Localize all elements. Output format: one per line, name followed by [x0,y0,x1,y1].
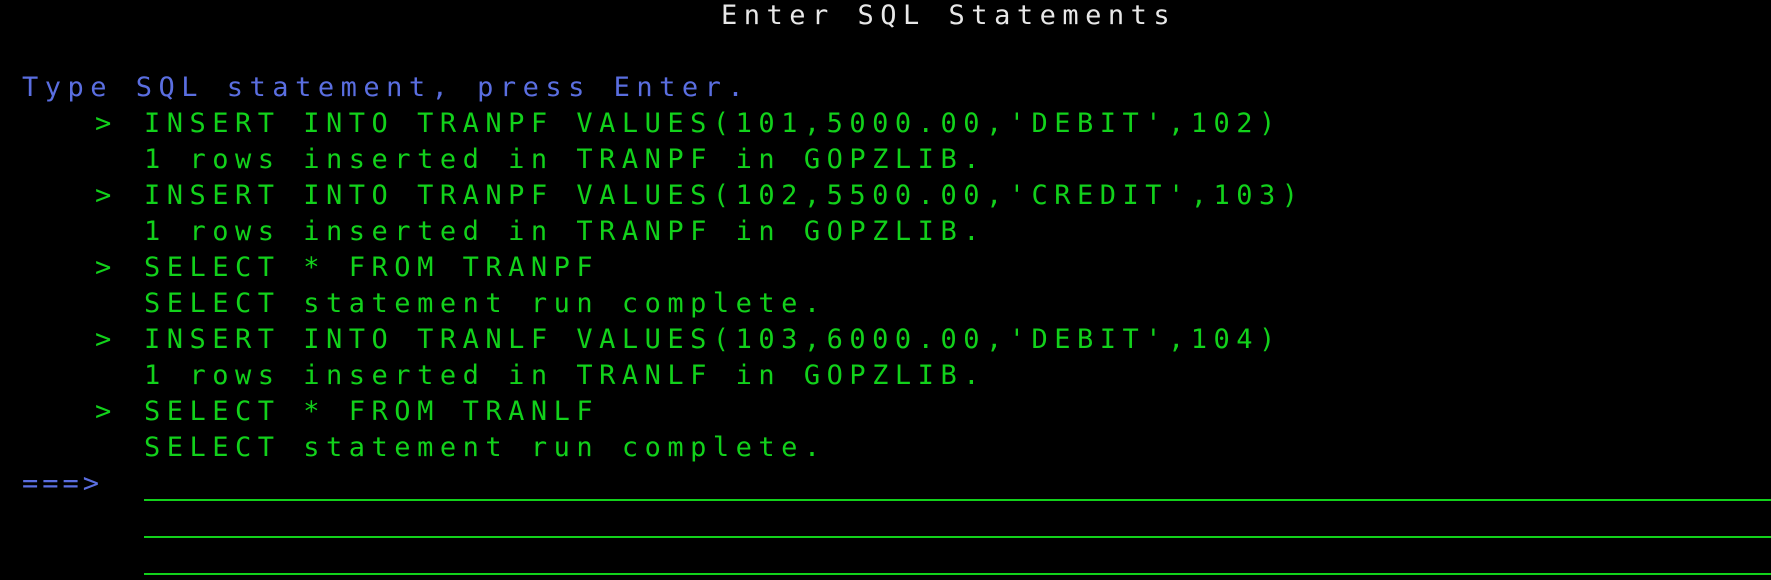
history-message: SELECT statement run complete. [144,432,827,463]
history-arrow: > [95,180,112,211]
command-line-marker: ===> [22,468,104,499]
history-arrow: > [95,396,112,427]
sql-input-line-2[interactable] [144,502,1771,538]
terminal-screen: Enter SQL Statements Type SQL statement,… [0,0,1771,580]
history-arrow: > [95,324,112,355]
history-statement: INSERT INTO TRANPF VALUES(101,5000.00,'D… [144,108,1282,139]
history-arrow: > [95,108,112,139]
history-statement: INSERT INTO TRANPF VALUES(102,5500.00,'C… [144,180,1305,211]
screen-title: Enter SQL Statements [721,0,1177,31]
history-statement: INSERT INTO TRANLF VALUES(103,6000.00,'D… [144,324,1282,355]
history-message: SELECT statement run complete. [144,288,827,319]
sql-input-line-3[interactable] [144,539,1771,575]
history-statement: SELECT * FROM TRANLF [144,396,600,427]
history-message: 1 rows inserted in TRANPF in GOPZLIB. [144,144,986,175]
history-message: 1 rows inserted in TRANLF in GOPZLIB. [144,360,986,391]
history-arrow: > [95,252,112,283]
history-message: 1 rows inserted in TRANPF in GOPZLIB. [144,216,986,247]
instruction-text: Type SQL statement, press Enter. [22,72,751,103]
sql-input-line-1[interactable] [144,465,1771,501]
history-statement: SELECT * FROM TRANPF [144,252,600,283]
